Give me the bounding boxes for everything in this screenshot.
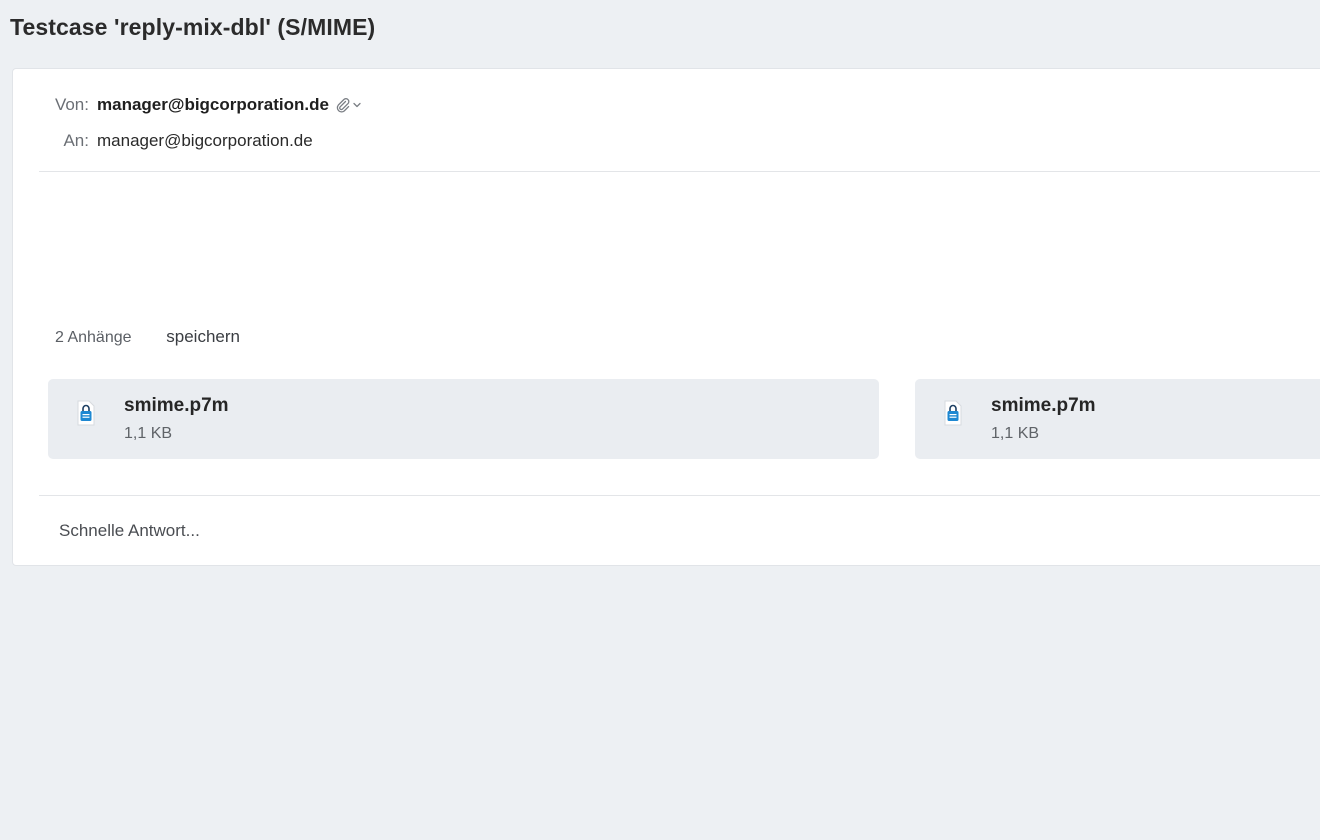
to-row: An: manager@bigcorporation.de	[43, 131, 313, 151]
encrypted-file-icon	[76, 400, 96, 431]
chevron-down-icon	[353, 102, 361, 108]
attachments-bar: 2 Anhänge speichern	[55, 327, 240, 347]
message-subject: Testcase 'reply-mix-dbl' (S/MIME)	[10, 14, 376, 40]
mail-view: Testcase 'reply-mix-dbl' (S/MIME) Von: m…	[0, 0, 1320, 840]
attachment-size: 1,1 KB	[991, 425, 1040, 442]
attachment-name: smime.p7m	[991, 395, 1096, 416]
attachments-count: 2 Anhänge	[55, 329, 132, 346]
sender-menu-button[interactable]	[335, 97, 362, 113]
attachment-item[interactable]: smime.p7m 1,1 KB	[915, 379, 1320, 459]
from-label: Von:	[54, 95, 89, 114]
message-card: Von: manager@bigcorporation.de An: manag…	[12, 68, 1320, 566]
header-divider	[39, 171, 1320, 172]
sender-address[interactable]: manager@bigcorporation.de	[97, 95, 329, 115]
save-attachments-button[interactable]: speichern	[166, 327, 240, 346]
attachment-name: smime.p7m	[124, 395, 229, 416]
reply-divider	[39, 495, 1320, 496]
to-label: An:	[63, 131, 89, 150]
encrypted-file-icon	[943, 400, 963, 431]
paperclip-icon	[336, 98, 350, 113]
attachment-size: 1,1 KB	[124, 425, 173, 442]
recipient-address[interactable]: manager@bigcorporation.de	[97, 131, 313, 151]
attachment-item[interactable]: smime.p7m 1,1 KB	[48, 379, 879, 459]
from-row: Von: manager@bigcorporation.de	[43, 95, 362, 115]
quick-reply-input[interactable]: Schnelle Antwort...	[59, 521, 659, 541]
